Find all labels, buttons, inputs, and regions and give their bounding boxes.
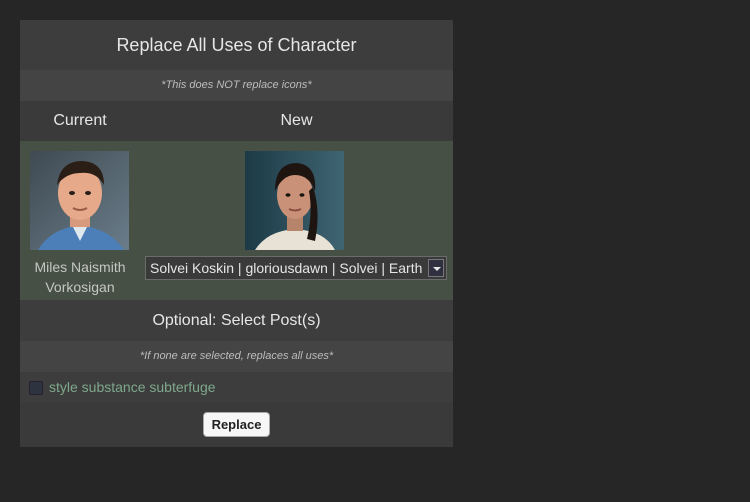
new-header: New	[280, 112, 313, 129]
optional-posts-heading: Optional: Select Post(s)	[20, 300, 453, 341]
new-character-select[interactable]: Solvei Koskin | gloriousdawn | Solvei | …	[145, 256, 447, 280]
post-label[interactable]: style substance subterfuge	[49, 372, 216, 402]
icons-note: *This does NOT replace icons*	[20, 70, 453, 101]
character-row: Miles Naismith Vorkosigan Solvei Koskin …	[20, 141, 453, 300]
post-item[interactable]: style substance subterfuge	[20, 372, 453, 402]
current-character-name: Miles Naismith Vorkosigan	[34, 259, 126, 295]
new-character-select-value: Solvei Koskin | gloriousdawn | Solvei | …	[150, 260, 423, 276]
replace-button[interactable]: Replace	[203, 412, 270, 437]
current-header: Current	[53, 112, 107, 129]
posts-note: *If none are selected, replaces all uses…	[20, 341, 453, 372]
current-character-avatar	[30, 151, 129, 250]
new-character-avatar	[245, 151, 344, 250]
replace-character-dialog: Replace All Uses of Character *This does…	[20, 20, 453, 447]
column-headers: Current New	[20, 101, 453, 141]
button-row: Replace	[20, 402, 453, 447]
chevron-down-icon[interactable]	[428, 259, 444, 277]
post-checkbox[interactable]	[29, 381, 43, 395]
dialog-title: Replace All Uses of Character	[20, 20, 453, 70]
